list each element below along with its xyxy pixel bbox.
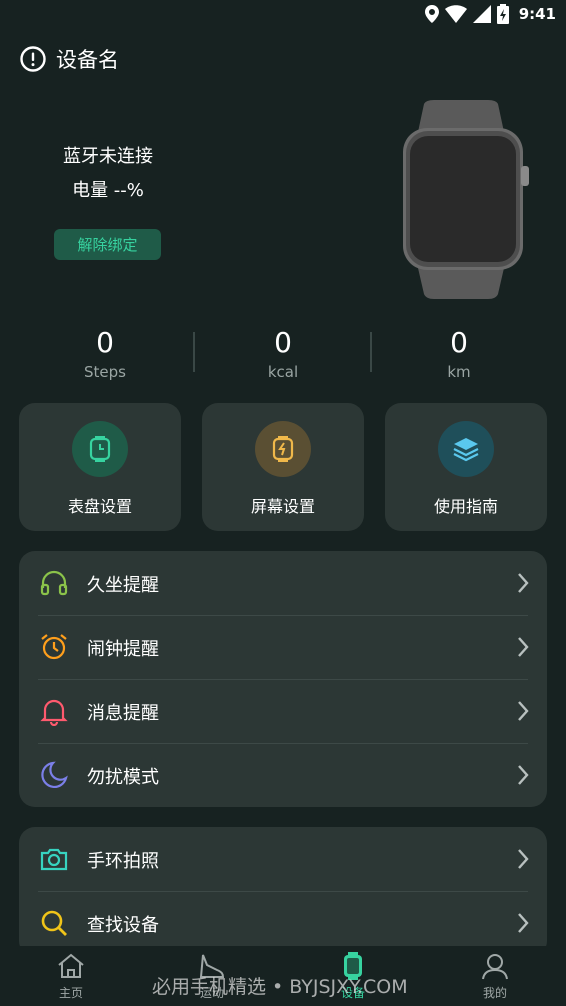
find-device-label: 查找设备 bbox=[87, 915, 159, 936]
sedentary-reminder-item[interactable]: 久坐提醒 bbox=[19, 551, 547, 615]
moon-icon bbox=[41, 761, 68, 788]
status-time: 9:41 bbox=[518, 5, 556, 23]
chevron-right-icon bbox=[518, 573, 529, 593]
alarm-clock-icon bbox=[41, 634, 67, 660]
sedentary-reminder-label: 久坐提醒 bbox=[87, 575, 159, 596]
search-icon bbox=[41, 910, 67, 936]
bluetooth-status: 蓝牙未连接 bbox=[63, 146, 153, 167]
message-reminder-label: 消息提醒 bbox=[87, 703, 159, 724]
signal-icon bbox=[472, 5, 491, 23]
user-icon bbox=[482, 954, 508, 980]
km-stat: 0 km bbox=[389, 326, 529, 381]
screen-settings-card[interactable]: 屏幕设置 bbox=[202, 403, 364, 531]
chevron-right-icon bbox=[518, 765, 529, 785]
alarm-reminder-item[interactable]: 闹钟提醒 bbox=[19, 615, 547, 679]
chevron-right-icon bbox=[518, 913, 529, 933]
stat-divider bbox=[193, 332, 195, 372]
camera-icon bbox=[40, 848, 68, 871]
watch-face-settings-label: 表盘设置 bbox=[67, 497, 132, 516]
watch-image bbox=[403, 100, 529, 299]
steps-stat: 0 Steps bbox=[35, 326, 175, 381]
watch-face-settings-card[interactable]: 表盘设置 bbox=[19, 403, 181, 531]
watermark: 必用手机精选 • BYJSJXY.COM bbox=[152, 976, 408, 998]
kcal-stat: 0 kcal bbox=[213, 326, 353, 381]
bell-icon bbox=[40, 699, 68, 726]
user-guide-card[interactable]: 使用指南 bbox=[385, 403, 547, 531]
device-title: 设备名 bbox=[56, 48, 119, 72]
unbind-button[interactable]: 解除绑定 bbox=[54, 229, 161, 260]
nav-me[interactable]: 我的 bbox=[455, 952, 535, 1001]
battery-level: 电量 --% bbox=[72, 180, 144, 201]
message-reminder-item[interactable]: 消息提醒 bbox=[19, 679, 547, 743]
battery-charging-icon bbox=[496, 4, 509, 24]
remote-camera-item[interactable]: 手环拍照 bbox=[19, 827, 547, 891]
chevron-right-icon bbox=[518, 637, 529, 657]
wifi-icon bbox=[444, 5, 467, 23]
screen-settings-label: 屏幕设置 bbox=[250, 497, 315, 516]
watch-face-icon bbox=[72, 421, 128, 477]
chevron-right-icon bbox=[518, 849, 529, 869]
reminders-list: 久坐提醒 闹钟提醒 消息提醒 勿扰模式 bbox=[19, 551, 547, 807]
screen-icon bbox=[255, 421, 311, 477]
remote-camera-label: 手环拍照 bbox=[87, 851, 159, 872]
activity-stats: 0 Steps 0 kcal 0 km bbox=[0, 326, 566, 388]
device-header: 设备名 bbox=[20, 44, 119, 74]
nav-me-label: 我的 bbox=[482, 986, 507, 1000]
km-value: 0 bbox=[450, 326, 468, 359]
home-icon bbox=[58, 953, 84, 978]
do-not-disturb-label: 勿扰模式 bbox=[87, 767, 159, 788]
stat-divider bbox=[370, 332, 372, 372]
do-not-disturb-item[interactable]: 勿扰模式 bbox=[19, 743, 547, 807]
steps-value: 0 bbox=[96, 326, 114, 359]
tools-list: 手环拍照 查找设备 bbox=[19, 827, 547, 957]
info-icon[interactable] bbox=[20, 46, 46, 72]
nav-home[interactable]: 主页 bbox=[31, 952, 111, 1001]
nav-home-label: 主页 bbox=[58, 986, 83, 1000]
user-guide-label: 使用指南 bbox=[433, 497, 498, 516]
alarm-reminder-label: 闹钟提醒 bbox=[87, 639, 159, 660]
chevron-right-icon bbox=[518, 701, 529, 721]
location-icon bbox=[424, 5, 439, 23]
headphones-icon bbox=[40, 570, 68, 596]
status-bar: 9:41 bbox=[0, 0, 566, 30]
steps-unit: Steps bbox=[84, 363, 126, 381]
kcal-unit: kcal bbox=[267, 363, 299, 381]
km-unit: km bbox=[447, 363, 471, 381]
kcal-value: 0 bbox=[274, 326, 292, 359]
layers-icon bbox=[438, 421, 494, 477]
